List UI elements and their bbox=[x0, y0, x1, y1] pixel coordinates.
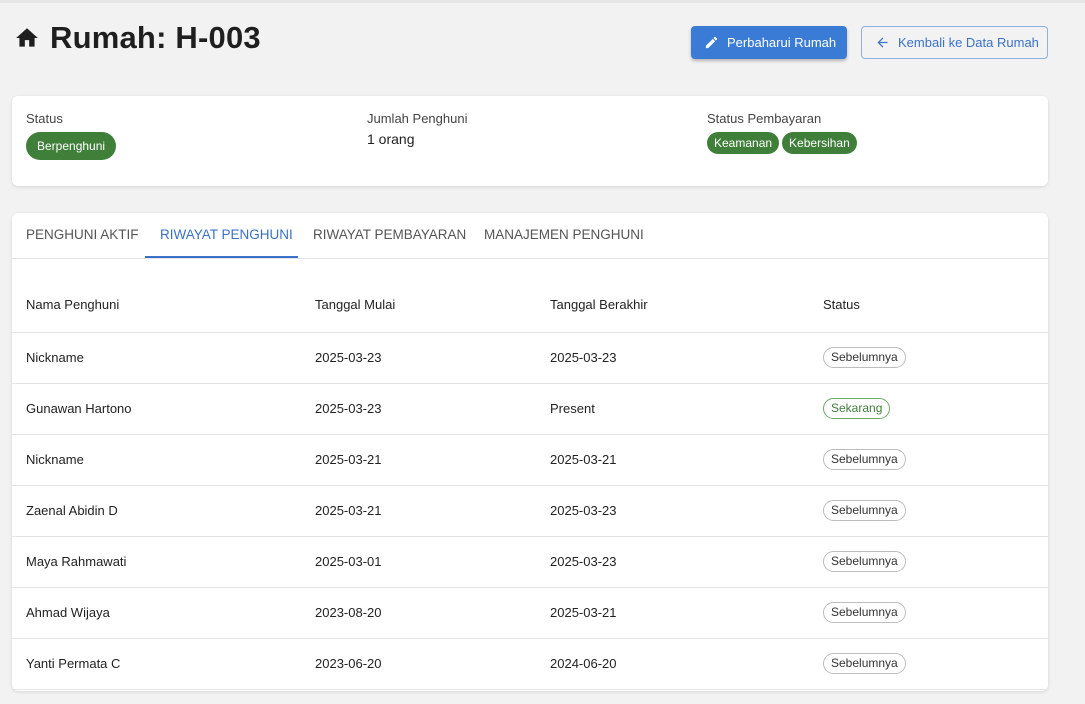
column-header-status[interactable]: Status bbox=[823, 259, 1048, 333]
table-row: Yanti Permata C 2023-06-20 2024-06-20 Se… bbox=[12, 638, 1048, 690]
start-date: 2025-03-23 bbox=[315, 332, 550, 384]
status-badge: Sebelumnya bbox=[823, 500, 906, 521]
resident-name: Nickname bbox=[12, 332, 315, 384]
status-cell: Sebelumnya bbox=[823, 638, 1048, 690]
end-date: 2025-03-23 bbox=[550, 485, 823, 537]
page-header: Rumah: H-003 bbox=[14, 20, 261, 56]
status-badge: Sebelumnya bbox=[823, 602, 906, 623]
table-row: Nickname 2025-03-23 2025-03-23 Sebelumny… bbox=[12, 332, 1048, 384]
status-badge: Sebelumnya bbox=[823, 653, 906, 674]
payment-chip-keamanan: Keamanan bbox=[707, 132, 780, 154]
end-date: Present bbox=[550, 383, 823, 435]
update-house-label: Perbaharui Rumah bbox=[727, 35, 837, 50]
back-to-houses-button[interactable]: Kembali ke Data Rumah bbox=[861, 26, 1048, 59]
table-row: Zaenal Abidin D 2025-03-21 2025-03-23 Se… bbox=[12, 485, 1048, 537]
status-cell: Sebelumnya bbox=[823, 587, 1048, 639]
status-cell: Sebelumnya bbox=[823, 536, 1048, 588]
start-date: 2025-03-21 bbox=[315, 485, 550, 537]
status-cell: Sebelumnya bbox=[823, 485, 1048, 537]
status-badge: Sekarang bbox=[823, 398, 891, 419]
resident-history-table: Nama Penghuni Tanggal Mulai Tanggal Bera… bbox=[12, 259, 1048, 690]
status-badge: Sebelumnya bbox=[823, 551, 906, 572]
page-title: Rumah: H-003 bbox=[50, 20, 261, 55]
status-badge: Sebelumnya bbox=[823, 449, 906, 470]
back-to-houses-label: Kembali ke Data Rumah bbox=[898, 35, 1039, 50]
resident-name: Ahmad Wijaya bbox=[12, 587, 315, 639]
end-date: 2025-03-21 bbox=[550, 434, 823, 486]
tab-resident-management[interactable]: MANAJEMEN PENGHUNI bbox=[484, 213, 644, 259]
status-chip: Berpenghuni bbox=[26, 132, 117, 160]
active-tab-indicator bbox=[145, 256, 298, 258]
status-cell: Sekarang bbox=[823, 383, 1048, 435]
top-divider bbox=[0, 0, 1085, 3]
occupants-section: Jumlah Penghuni 1 orang bbox=[367, 111, 467, 147]
table-row: Maya Rahmawati 2025-03-01 2025-03-23 Seb… bbox=[12, 536, 1048, 588]
table-row: Nickname 2025-03-21 2025-03-21 Sebelumny… bbox=[12, 434, 1048, 486]
payment-status-label: Status Pembayaran bbox=[707, 111, 822, 126]
table-row: Gunawan Hartono 2025-03-23 Present Sekar… bbox=[12, 383, 1048, 435]
end-date: 2025-03-23 bbox=[550, 536, 823, 588]
status-cell: Sebelumnya bbox=[823, 332, 1048, 384]
home-icon bbox=[16, 28, 38, 47]
table-header-row: Nama Penghuni Tanggal Mulai Tanggal Bera… bbox=[12, 259, 1048, 333]
end-date: 2024-06-20 bbox=[550, 638, 823, 690]
end-date: 2025-03-21 bbox=[550, 587, 823, 639]
table-row: Ahmad Wijaya 2023-08-20 2025-03-21 Sebel… bbox=[12, 587, 1048, 639]
edit-icon bbox=[705, 36, 718, 49]
tab-resident-history[interactable]: RIWAYAT PENGHUNI bbox=[160, 213, 293, 259]
update-house-button[interactable]: Perbaharui Rumah bbox=[691, 26, 847, 59]
tab-payment-history[interactable]: RIWAYAT PEMBAYARAN bbox=[313, 213, 466, 259]
payment-chip-kebersihan: Kebersihan bbox=[782, 132, 857, 154]
payment-status-section: Status Pembayaran Keamanan Kebersihan bbox=[707, 111, 860, 154]
status-section: Status Berpenghuni bbox=[26, 111, 117, 160]
status-cell: Sebelumnya bbox=[823, 434, 1048, 486]
column-header-name[interactable]: Nama Penghuni bbox=[12, 259, 315, 333]
occupants-label: Jumlah Penghuni bbox=[367, 111, 468, 126]
resident-name: Maya Rahmawati bbox=[12, 536, 315, 588]
start-date: 2025-03-23 bbox=[315, 383, 550, 435]
resident-name: Nickname bbox=[12, 434, 315, 486]
tab-bar: PENGHUNI AKTIF RIWAYAT PENGHUNI RIWAYAT … bbox=[12, 213, 1048, 259]
status-label: Status bbox=[26, 111, 63, 126]
end-date: 2025-03-23 bbox=[550, 332, 823, 384]
resident-history-card: PENGHUNI AKTIF RIWAYAT PENGHUNI RIWAYAT … bbox=[12, 213, 1048, 691]
resident-name: Gunawan Hartono bbox=[12, 383, 315, 435]
tab-active-residents[interactable]: PENGHUNI AKTIF bbox=[26, 213, 139, 259]
start-date: 2025-03-21 bbox=[315, 434, 550, 486]
start-date: 2025-03-01 bbox=[315, 536, 550, 588]
start-date: 2023-08-20 bbox=[315, 587, 550, 639]
resident-name: Zaenal Abidin D bbox=[12, 485, 315, 537]
start-date: 2023-06-20 bbox=[315, 638, 550, 690]
column-header-end-date[interactable]: Tanggal Berakhir bbox=[550, 259, 823, 333]
house-summary-card: Status Berpenghuni Jumlah Penghuni 1 ora… bbox=[12, 96, 1048, 186]
occupants-value: 1 orang bbox=[367, 131, 415, 147]
status-badge: Sebelumnya bbox=[823, 347, 906, 368]
column-header-start-date[interactable]: Tanggal Mulai bbox=[315, 259, 550, 333]
resident-name: Yanti Permata C bbox=[12, 638, 315, 690]
arrow-left-icon bbox=[877, 37, 888, 48]
